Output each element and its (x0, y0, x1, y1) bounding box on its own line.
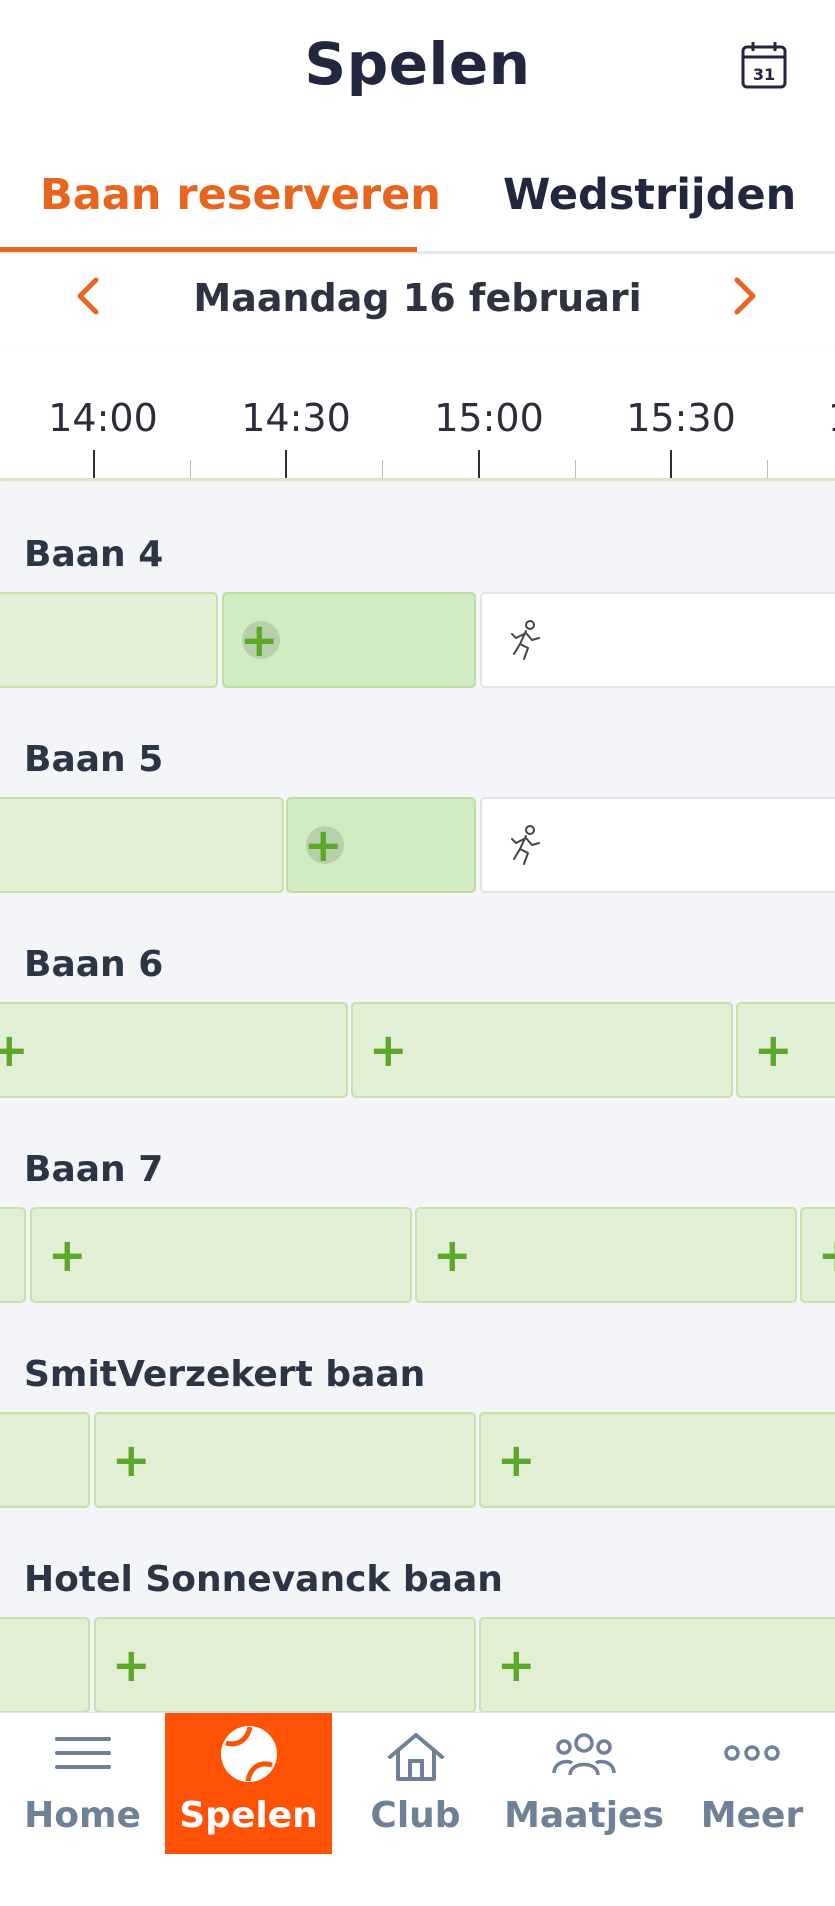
time-slot-occupied[interactable] (480, 797, 835, 893)
system-gesture-bar (0, 1854, 835, 1906)
nav-maatjes[interactable]: Maatjes (499, 1713, 669, 1855)
tab-wedstrijden[interactable]: Wedstrijden (503, 170, 796, 220)
plus-icon: + (304, 818, 343, 872)
court-row: SmitVerzekert baan + + (0, 1304, 835, 1509)
plus-icon: + (48, 1228, 87, 1282)
plus-icon: + (497, 1433, 536, 1487)
tick-major (670, 450, 672, 478)
calendar-day: 31 (753, 65, 775, 84)
time-slot[interactable]: + (351, 1002, 733, 1098)
court-name: Baan 7 (24, 1149, 164, 1190)
plus-icon: + (818, 1232, 835, 1278)
court-row: Baan 7 + + + (0, 1099, 835, 1304)
tick-minor (190, 460, 191, 478)
nav-spelen[interactable]: Spelen (165, 1713, 332, 1855)
nav-label: Maatjes (504, 1795, 664, 1836)
chevron-right-icon[interactable] (725, 274, 765, 318)
active-tab-indicator (0, 247, 417, 252)
time-slot-selected[interactable]: + (286, 797, 476, 893)
time-label: 15:00 (434, 396, 544, 440)
time-slot[interactable] (0, 1207, 26, 1303)
court-row: Baan 4 + (0, 484, 835, 689)
time-label: 14:30 (241, 396, 351, 440)
nav-label: Home (24, 1795, 141, 1836)
time-slot[interactable]: + (94, 1617, 476, 1712)
court-list: Baan 4 + Baan 5 + Baan 6 + + + Baan 7 + … (0, 484, 835, 1712)
time-label: 1 (828, 396, 835, 440)
time-slot-selected[interactable]: + (222, 592, 476, 688)
runner-icon (511, 825, 540, 865)
plus-icon: + (0, 1023, 29, 1077)
time-slot[interactable]: + (0, 1002, 348, 1098)
plus-icon: + (497, 1638, 536, 1692)
court-name: SmitVerzekert baan (24, 1354, 426, 1395)
court-name: Hotel Sonnevanck baan (24, 1559, 503, 1600)
tab-baan-reserveren[interactable]: Baan reserveren (40, 170, 441, 220)
time-slot[interactable]: + (800, 1207, 835, 1303)
time-slot[interactable]: + (479, 1617, 835, 1712)
time-slot[interactable] (0, 592, 218, 688)
plus-icon: + (369, 1023, 408, 1077)
plus-icon: + (112, 1433, 151, 1487)
time-ruler[interactable]: 14:00 14:30 15:00 15:30 1 (0, 346, 835, 481)
court-row: Baan 5 + (0, 689, 835, 894)
nav-label: Spelen (179, 1795, 318, 1836)
bottom-navigation: Home Spelen Club Maatjes Meer (0, 1712, 835, 1855)
group-icon (552, 1733, 616, 1776)
runner-icon (511, 620, 540, 660)
time-slot[interactable]: + (736, 1002, 835, 1098)
time-slot[interactable]: + (415, 1207, 797, 1303)
house-icon (387, 1733, 444, 1781)
nav-label: Club (370, 1795, 461, 1836)
time-slot[interactable] (0, 1412, 90, 1508)
date-selector: Maandag 16 februari (0, 256, 835, 346)
nav-label: Meer (700, 1795, 804, 1836)
time-slot-occupied[interactable] (480, 592, 835, 688)
time-slot[interactable]: + (94, 1412, 476, 1508)
tick-major (285, 450, 287, 478)
court-name: Baan 5 (24, 739, 164, 780)
plus-icon: + (754, 1023, 793, 1077)
time-label: 14:00 (48, 396, 158, 440)
time-slot[interactable] (0, 797, 284, 893)
time-slot[interactable]: + (479, 1412, 835, 1508)
page-title: Spelen (304, 30, 531, 98)
time-slot[interactable] (0, 1617, 90, 1712)
plus-icon: + (240, 613, 279, 667)
app-header: Spelen 31 (0, 0, 835, 135)
tick-minor (382, 460, 383, 478)
court-name: Baan 6 (24, 944, 164, 985)
menu-icon (54, 1737, 111, 1769)
calendar-icon[interactable]: 31 (740, 40, 788, 90)
tick-minor (575, 460, 576, 478)
nav-home[interactable]: Home (0, 1713, 165, 1855)
plus-icon: + (112, 1638, 151, 1692)
tab-bar: Baan reserveren Wedstrijden (0, 150, 835, 254)
plus-icon: + (433, 1228, 472, 1282)
court-row: Baan 6 + + + (0, 894, 835, 1099)
nav-club[interactable]: Club (332, 1713, 499, 1855)
current-date: Maandag 16 februari (193, 276, 642, 320)
time-slot[interactable]: + (30, 1207, 412, 1303)
tick-minor (767, 460, 768, 478)
tick-major (93, 450, 95, 478)
tennis-ball-icon (220, 1726, 277, 1782)
more-icon (724, 1745, 780, 1761)
tick-major (478, 450, 480, 478)
nav-meer[interactable]: Meer (669, 1713, 835, 1855)
court-row: Hotel Sonnevanck baan + + (0, 1509, 835, 1712)
time-label: 15:30 (626, 396, 736, 440)
court-name: Baan 4 (24, 534, 164, 575)
